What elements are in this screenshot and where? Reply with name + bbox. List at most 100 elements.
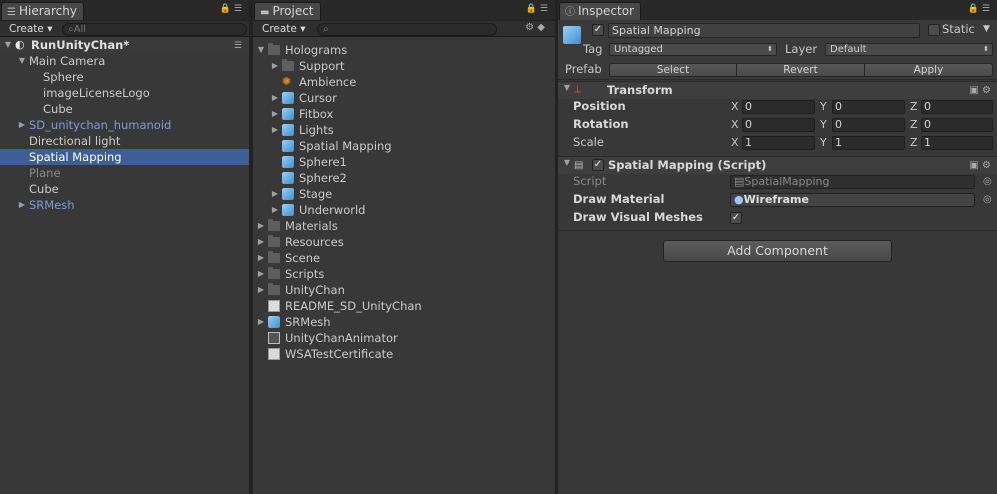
project-item[interactable]: UnityChanAnimator xyxy=(253,330,555,346)
rotation-z-field[interactable]: 0 xyxy=(921,118,993,132)
hierarchy-item[interactable]: Sphere xyxy=(0,69,249,85)
project-item[interactable]: ▶ Underworld xyxy=(253,202,555,218)
expand-arrow-icon[interactable]: ▼ xyxy=(3,37,13,53)
draw-material-label: Draw Material xyxy=(573,192,665,206)
folder-icon xyxy=(268,283,280,295)
project-item[interactable]: ▶ Lights xyxy=(253,122,555,138)
panel-options-icon[interactable]: 🔒☰ xyxy=(220,4,245,14)
transform-header[interactable]: ▼ ⟂ Transform ▣ ⚙ xyxy=(558,81,997,99)
project-create-button[interactable]: Create ▾ xyxy=(257,22,311,36)
object-picker-icon[interactable]: ◎ xyxy=(983,194,992,205)
hierarchy-item[interactable]: Cube xyxy=(0,181,249,197)
hierarchy-item[interactable]: Plane xyxy=(0,165,249,181)
collapse-arrow-icon[interactable]: ▶ xyxy=(256,234,266,250)
scale-y-field[interactable]: 1 xyxy=(832,136,905,150)
position-x-field[interactable]: 0 xyxy=(742,100,815,114)
hierarchy-create-button[interactable]: Create ▾ xyxy=(4,22,58,36)
project-item[interactable]: WSATestCertificate xyxy=(253,346,555,362)
layer-dropdown[interactable]: Default ⬍ xyxy=(825,43,993,56)
project-item[interactable]: ▶ SRMesh xyxy=(253,314,555,330)
scene-row[interactable]: ▼ ◐ RunUnityChan* ☰ xyxy=(0,37,249,53)
project-item[interactable]: ✺ Ambience xyxy=(253,74,555,90)
project-item[interactable]: ▶ Stage xyxy=(253,186,555,202)
project-item[interactable]: ▶ Fitbox xyxy=(253,106,555,122)
panel-options-icon[interactable]: 🔒☰ xyxy=(968,4,993,14)
collapse-arrow-icon[interactable]: ▶ xyxy=(17,117,27,133)
project-item[interactable]: README_SD_UnityChan xyxy=(253,298,555,314)
add-component-button[interactable]: Add Component xyxy=(663,240,892,262)
project-item-label: Fitbox xyxy=(299,107,334,121)
project-search-input[interactable]: ⌕ xyxy=(317,23,497,36)
filter-by-type-icon[interactable]: ⚙ ◆ xyxy=(525,22,545,33)
collapse-arrow-icon[interactable]: ▶ xyxy=(256,266,266,282)
project-item[interactable]: ▶ Cursor xyxy=(253,90,555,106)
collapse-arrow-icon[interactable]: ▶ xyxy=(270,106,280,122)
project-item[interactable]: ▶ Materials xyxy=(253,218,555,234)
tag-value: Untagged xyxy=(614,44,663,55)
folder-icon xyxy=(268,235,280,247)
draw-visual-meshes-checkbox[interactable]: ✓ xyxy=(730,212,742,224)
expand-arrow-icon[interactable]: ▼ xyxy=(256,42,266,58)
scale-z-field[interactable]: 1 xyxy=(921,136,993,150)
expand-arrow-icon[interactable]: ▼ xyxy=(562,158,572,167)
draw-material-field[interactable]: ●Wireframe xyxy=(730,193,975,207)
position-z-field[interactable]: 0 xyxy=(921,100,993,114)
project-item[interactable]: ▼ Holograms xyxy=(253,42,555,58)
collapse-arrow-icon[interactable]: ▶ xyxy=(256,314,266,330)
collapse-arrow-icon[interactable]: ▶ xyxy=(17,197,27,213)
hierarchy-item[interactable]: ▶ SRMesh xyxy=(0,197,249,213)
active-checkbox[interactable]: ✓ xyxy=(592,24,604,36)
hierarchy-item[interactable]: ▶ SD_unitychan_humanoid xyxy=(0,117,249,133)
project-item[interactable]: ▶ Scripts xyxy=(253,266,555,282)
collapse-arrow-icon[interactable]: ▶ xyxy=(270,90,280,106)
project-item[interactable]: ▶ Scene xyxy=(253,250,555,266)
script-enabled-checkbox[interactable]: ✓ xyxy=(592,159,604,171)
project-tab[interactable]: ▬ Project xyxy=(254,2,321,20)
hierarchy-item-selected[interactable]: Spatial Mapping xyxy=(0,149,249,165)
transform-title: Transform xyxy=(607,83,673,97)
project-item[interactable]: Spatial Mapping xyxy=(253,138,555,154)
scene-options-icon[interactable]: ☰ xyxy=(234,38,245,54)
scene-name: RunUnityChan* xyxy=(31,38,130,52)
expand-arrow-icon[interactable]: ▼ xyxy=(17,53,27,69)
static-dropdown-icon[interactable]: ▼ xyxy=(983,22,990,37)
project-item[interactable]: ▶ Resources xyxy=(253,234,555,250)
hierarchy-item[interactable]: ▼ Main Camera xyxy=(0,53,249,69)
object-name-field[interactable]: Spatial Mapping xyxy=(608,23,920,38)
tag-dropdown[interactable]: Untagged ⬍ xyxy=(609,43,777,56)
collapse-arrow-icon[interactable]: ▶ xyxy=(270,202,280,218)
hierarchy-item[interactable]: imageLicenseLogo xyxy=(0,85,249,101)
prefab-select-button[interactable]: Select xyxy=(609,63,737,77)
help-gear-icon[interactable]: ▣ ⚙ xyxy=(969,160,991,171)
collapse-arrow-icon[interactable]: ▶ xyxy=(270,58,280,74)
static-checkbox[interactable] xyxy=(928,24,940,36)
rotation-x-field[interactable]: 0 xyxy=(742,118,815,132)
project-item-label: UnityChanAnimator xyxy=(285,331,398,345)
project-item[interactable]: Sphere1 xyxy=(253,154,555,170)
audio-ambience-icon: ✺ xyxy=(282,75,292,88)
collapse-arrow-icon[interactable]: ▶ xyxy=(256,250,266,266)
hierarchy-tab[interactable]: ☰ Hierarchy xyxy=(1,2,84,20)
project-item[interactable]: Sphere2 xyxy=(253,170,555,186)
position-y-field[interactable]: 0 xyxy=(832,100,905,114)
panel-options-icon[interactable]: 🔒☰ xyxy=(526,4,551,14)
hierarchy-item[interactable]: Directional light xyxy=(0,133,249,149)
scale-x-field[interactable]: 1 xyxy=(742,136,815,150)
inspector-tab[interactable]: ⓘ Inspector xyxy=(559,2,641,20)
script-component-header[interactable]: ▼ ▤ ✓ Spatial Mapping (Script) ▣ ⚙ xyxy=(558,156,997,174)
rotation-y-field[interactable]: 0 xyxy=(832,118,905,132)
project-item[interactable]: ▶ Support xyxy=(253,58,555,74)
prefab-revert-button[interactable]: Revert xyxy=(736,63,865,77)
collapse-arrow-icon[interactable]: ▶ xyxy=(270,186,280,202)
project-item[interactable]: ▶ UnityChan xyxy=(253,282,555,298)
collapse-arrow-icon[interactable]: ▶ xyxy=(270,122,280,138)
hierarchy-search-input[interactable]: ⌕All xyxy=(62,23,247,36)
hierarchy-item[interactable]: Cube xyxy=(0,101,249,117)
expand-arrow-icon[interactable]: ▼ xyxy=(562,83,572,92)
collapse-arrow-icon[interactable]: ▶ xyxy=(256,282,266,298)
object-picker-icon[interactable]: ◎ xyxy=(983,176,992,187)
collapse-arrow-icon[interactable]: ▶ xyxy=(256,218,266,234)
help-gear-icon[interactable]: ▣ ⚙ xyxy=(969,85,991,96)
prefab-label: Prefab xyxy=(565,62,602,76)
prefab-apply-button[interactable]: Apply xyxy=(864,63,993,77)
